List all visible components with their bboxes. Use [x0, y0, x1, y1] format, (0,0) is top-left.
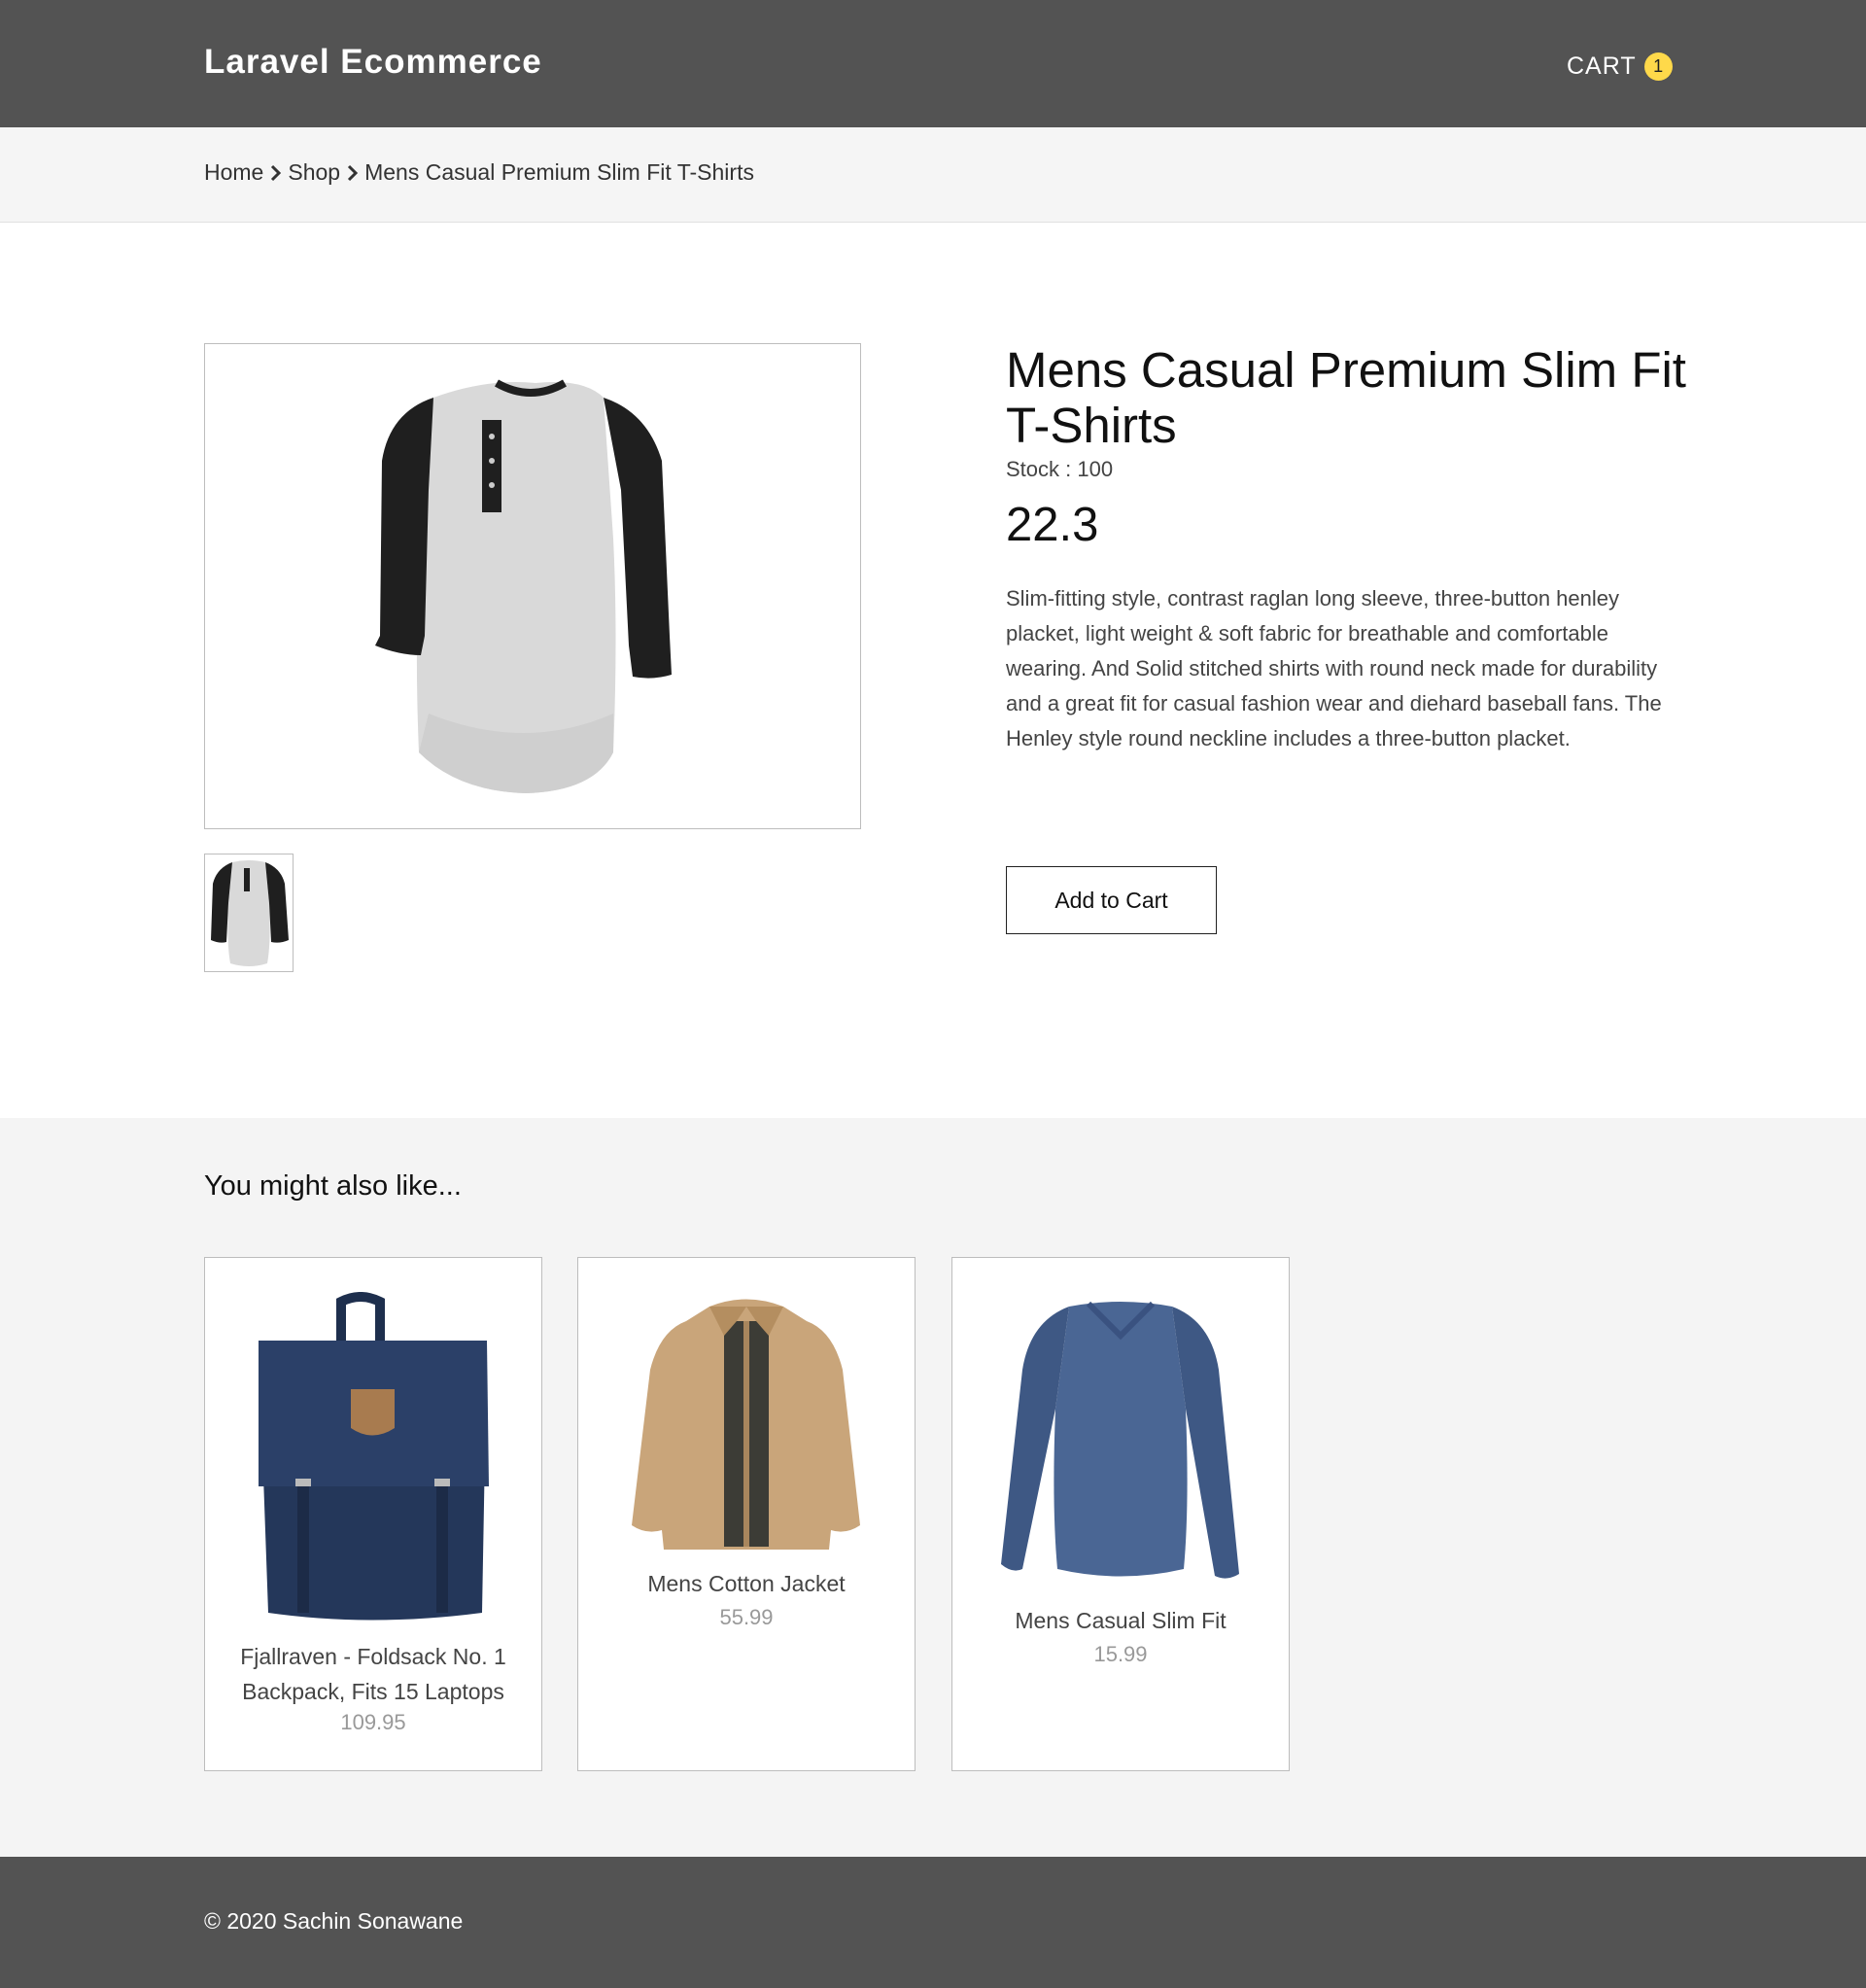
related-product-price: 55.99: [719, 1605, 774, 1629]
chevron-right-icon: [271, 164, 282, 181]
cart-link[interactable]: CART 1: [1567, 52, 1673, 81]
breadcrumb-shop-link[interactable]: Shop: [288, 159, 340, 186]
brand-logo-link[interactable]: Laravel Ecommerce: [204, 43, 542, 82]
product-thumbnail[interactable]: [204, 854, 294, 972]
navy-backpack-image: [259, 1292, 489, 1621]
tshirt-thumbnail-icon: [211, 860, 289, 966]
cart-count-badge: 1: [1643, 52, 1673, 81]
product-stock: Stock : 100: [1006, 457, 1114, 481]
footer-copyright: © 2020 Sachin Sonawane: [204, 1908, 464, 1934]
footer: © 2020 Sachin Sonawane: [0, 1857, 1866, 1988]
chevron-right-icon: [348, 164, 359, 181]
top-navbar: Laravel Ecommerce CART 1: [0, 0, 1866, 127]
related-products-section: You might also like... Fjallraven - Fold…: [0, 1118, 1866, 1857]
product-price: 22.3: [1006, 499, 1099, 551]
breadcrumb-home-link[interactable]: Home: [204, 159, 263, 186]
related-title: You might also like...: [204, 1170, 462, 1202]
related-product-card[interactable]: Mens Cotton Jacket 55.99: [577, 1257, 916, 1771]
related-product-name: Mens Cotton Jacket: [647, 1571, 846, 1596]
add-to-cart-button[interactable]: Add to Cart: [1006, 866, 1217, 934]
cart-label: CART: [1567, 52, 1637, 80]
blue-longsleeve-image: [1001, 1301, 1239, 1579]
breadcrumb: Home Shop Mens Casual Premium Slim Fit T…: [204, 159, 754, 186]
related-product-card[interactable]: Fjallraven - Foldsack No. 1 Backpack, Fi…: [204, 1257, 542, 1771]
related-product-price: 15.99: [1093, 1642, 1148, 1666]
tan-jacket-image: [632, 1299, 860, 1550]
related-product-name: Mens Casual Slim Fit: [1015, 1608, 1227, 1633]
related-product-price: 109.95: [340, 1710, 406, 1734]
related-product-card[interactable]: Mens Casual Slim Fit 15.99: [951, 1257, 1290, 1771]
product-description: Slim-fitting style, contrast raglan long…: [1006, 586, 1662, 750]
product-main-image: [204, 343, 861, 829]
raglan-henley-tshirt-image: [375, 379, 672, 793]
product-title: Mens Casual Premium Slim Fit T-Shirts: [1006, 342, 1686, 453]
breadcrumb-bar: Home Shop Mens Casual Premium Slim Fit T…: [0, 127, 1866, 223]
related-product-name: Fjallraven - Foldsack No. 1 Backpack, Fi…: [240, 1644, 506, 1704]
breadcrumb-current: Mens Casual Premium Slim Fit T-Shirts: [364, 159, 754, 185]
